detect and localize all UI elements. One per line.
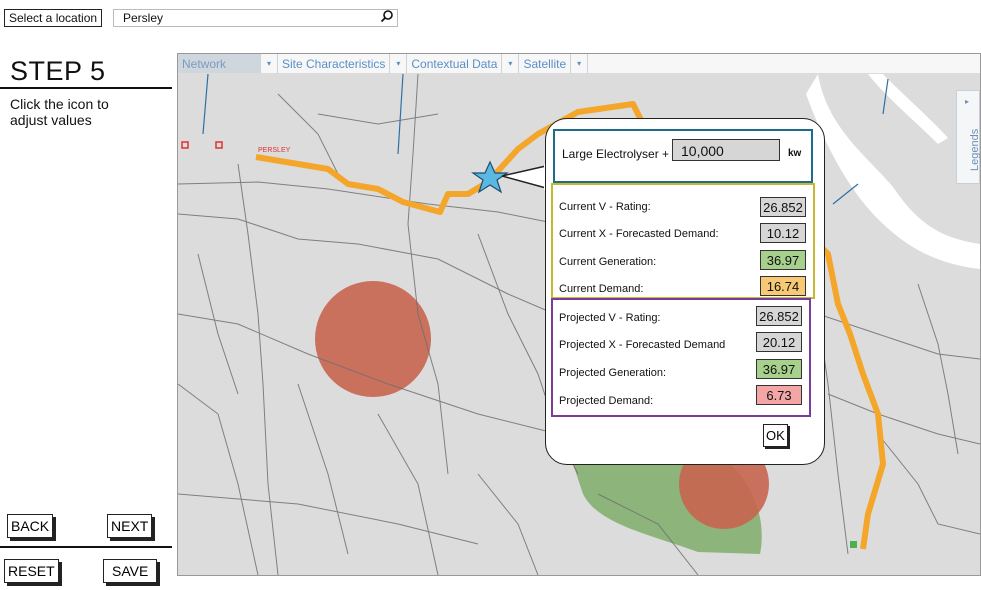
current-demand-value: 16.74 (760, 276, 806, 296)
legends-label: Legends (969, 128, 981, 171)
demand-circle-left (315, 281, 431, 397)
nav-divider (0, 546, 172, 548)
map-tab-bar: Network ▾ Site Characteristics ▾ Context… (178, 54, 980, 73)
electrolyser-section: Large Electrolyser + 10,000 kw (553, 129, 813, 183)
projected-x-label: Projected X - Forecasted Demand (559, 339, 726, 351)
chevron-down-icon[interactable]: ▾ (501, 54, 520, 73)
projected-values-section: Projected V - Rating: 26.852 Projected X… (551, 298, 811, 417)
step-description: Click the icon to adjust values (10, 96, 109, 128)
projected-v-label: Projected V - Rating: (559, 312, 661, 324)
current-v-label: Current V - Rating: (559, 201, 651, 213)
tab-contextual-data[interactable]: Contextual Data (407, 54, 501, 73)
back-button[interactable]: BACK (7, 514, 54, 538)
current-gen-label: Current Generation: (559, 256, 657, 268)
projected-demand-label: Projected Demand: (559, 395, 654, 407)
step-divider (0, 87, 172, 89)
chevron-right-icon: ▸ (965, 97, 970, 106)
projected-v-value: 26.852 (756, 306, 802, 326)
electrolyser-unit: kw (788, 148, 802, 159)
projected-x-value: 20.12 (756, 332, 802, 352)
ok-button[interactable]: OK (763, 424, 788, 447)
location-label: Select a location (4, 9, 103, 27)
chevron-down-icon[interactable]: ▾ (570, 54, 589, 73)
current-v-value: 26.852 (760, 197, 806, 217)
tab-network[interactable]: Network (178, 54, 260, 73)
current-gen-value: 36.97 (760, 250, 806, 270)
reset-button[interactable]: RESET (4, 559, 59, 583)
tab-site-characteristics[interactable]: Site Characteristics (278, 54, 389, 73)
projected-gen-value: 36.97 (756, 359, 802, 379)
location-search-input[interactable]: Persley (113, 9, 398, 27)
save-button[interactable]: SAVE (103, 559, 158, 583)
current-demand-label: Current Demand: (559, 283, 644, 295)
chevron-down-icon[interactable]: ▾ (260, 54, 278, 73)
step-title: STEP 5 (10, 56, 106, 86)
legends-tab[interactable]: ▸ Legends (956, 90, 980, 184)
projected-demand-value: 6.73 (756, 385, 802, 405)
site-marker-green (850, 541, 857, 548)
current-values-section: Current V - Rating: 26.852 Current X - F… (551, 183, 815, 299)
map-place-label: PERSLEY (258, 147, 291, 154)
next-button[interactable]: NEXT (107, 514, 153, 538)
search-icon[interactable] (380, 9, 394, 26)
tab-satellite[interactable]: Satellite (519, 54, 570, 73)
projected-gen-label: Projected Generation: (559, 367, 667, 379)
electrolyser-label: Large Electrolyser + (562, 147, 670, 161)
current-x-value: 10.12 (760, 223, 806, 243)
current-x-label: Current X - Forecasted Demand: (559, 228, 719, 240)
electrolyser-value-input[interactable]: 10,000 (672, 139, 780, 161)
location-value: Persley (123, 11, 164, 25)
chevron-down-icon[interactable]: ▾ (389, 54, 408, 73)
